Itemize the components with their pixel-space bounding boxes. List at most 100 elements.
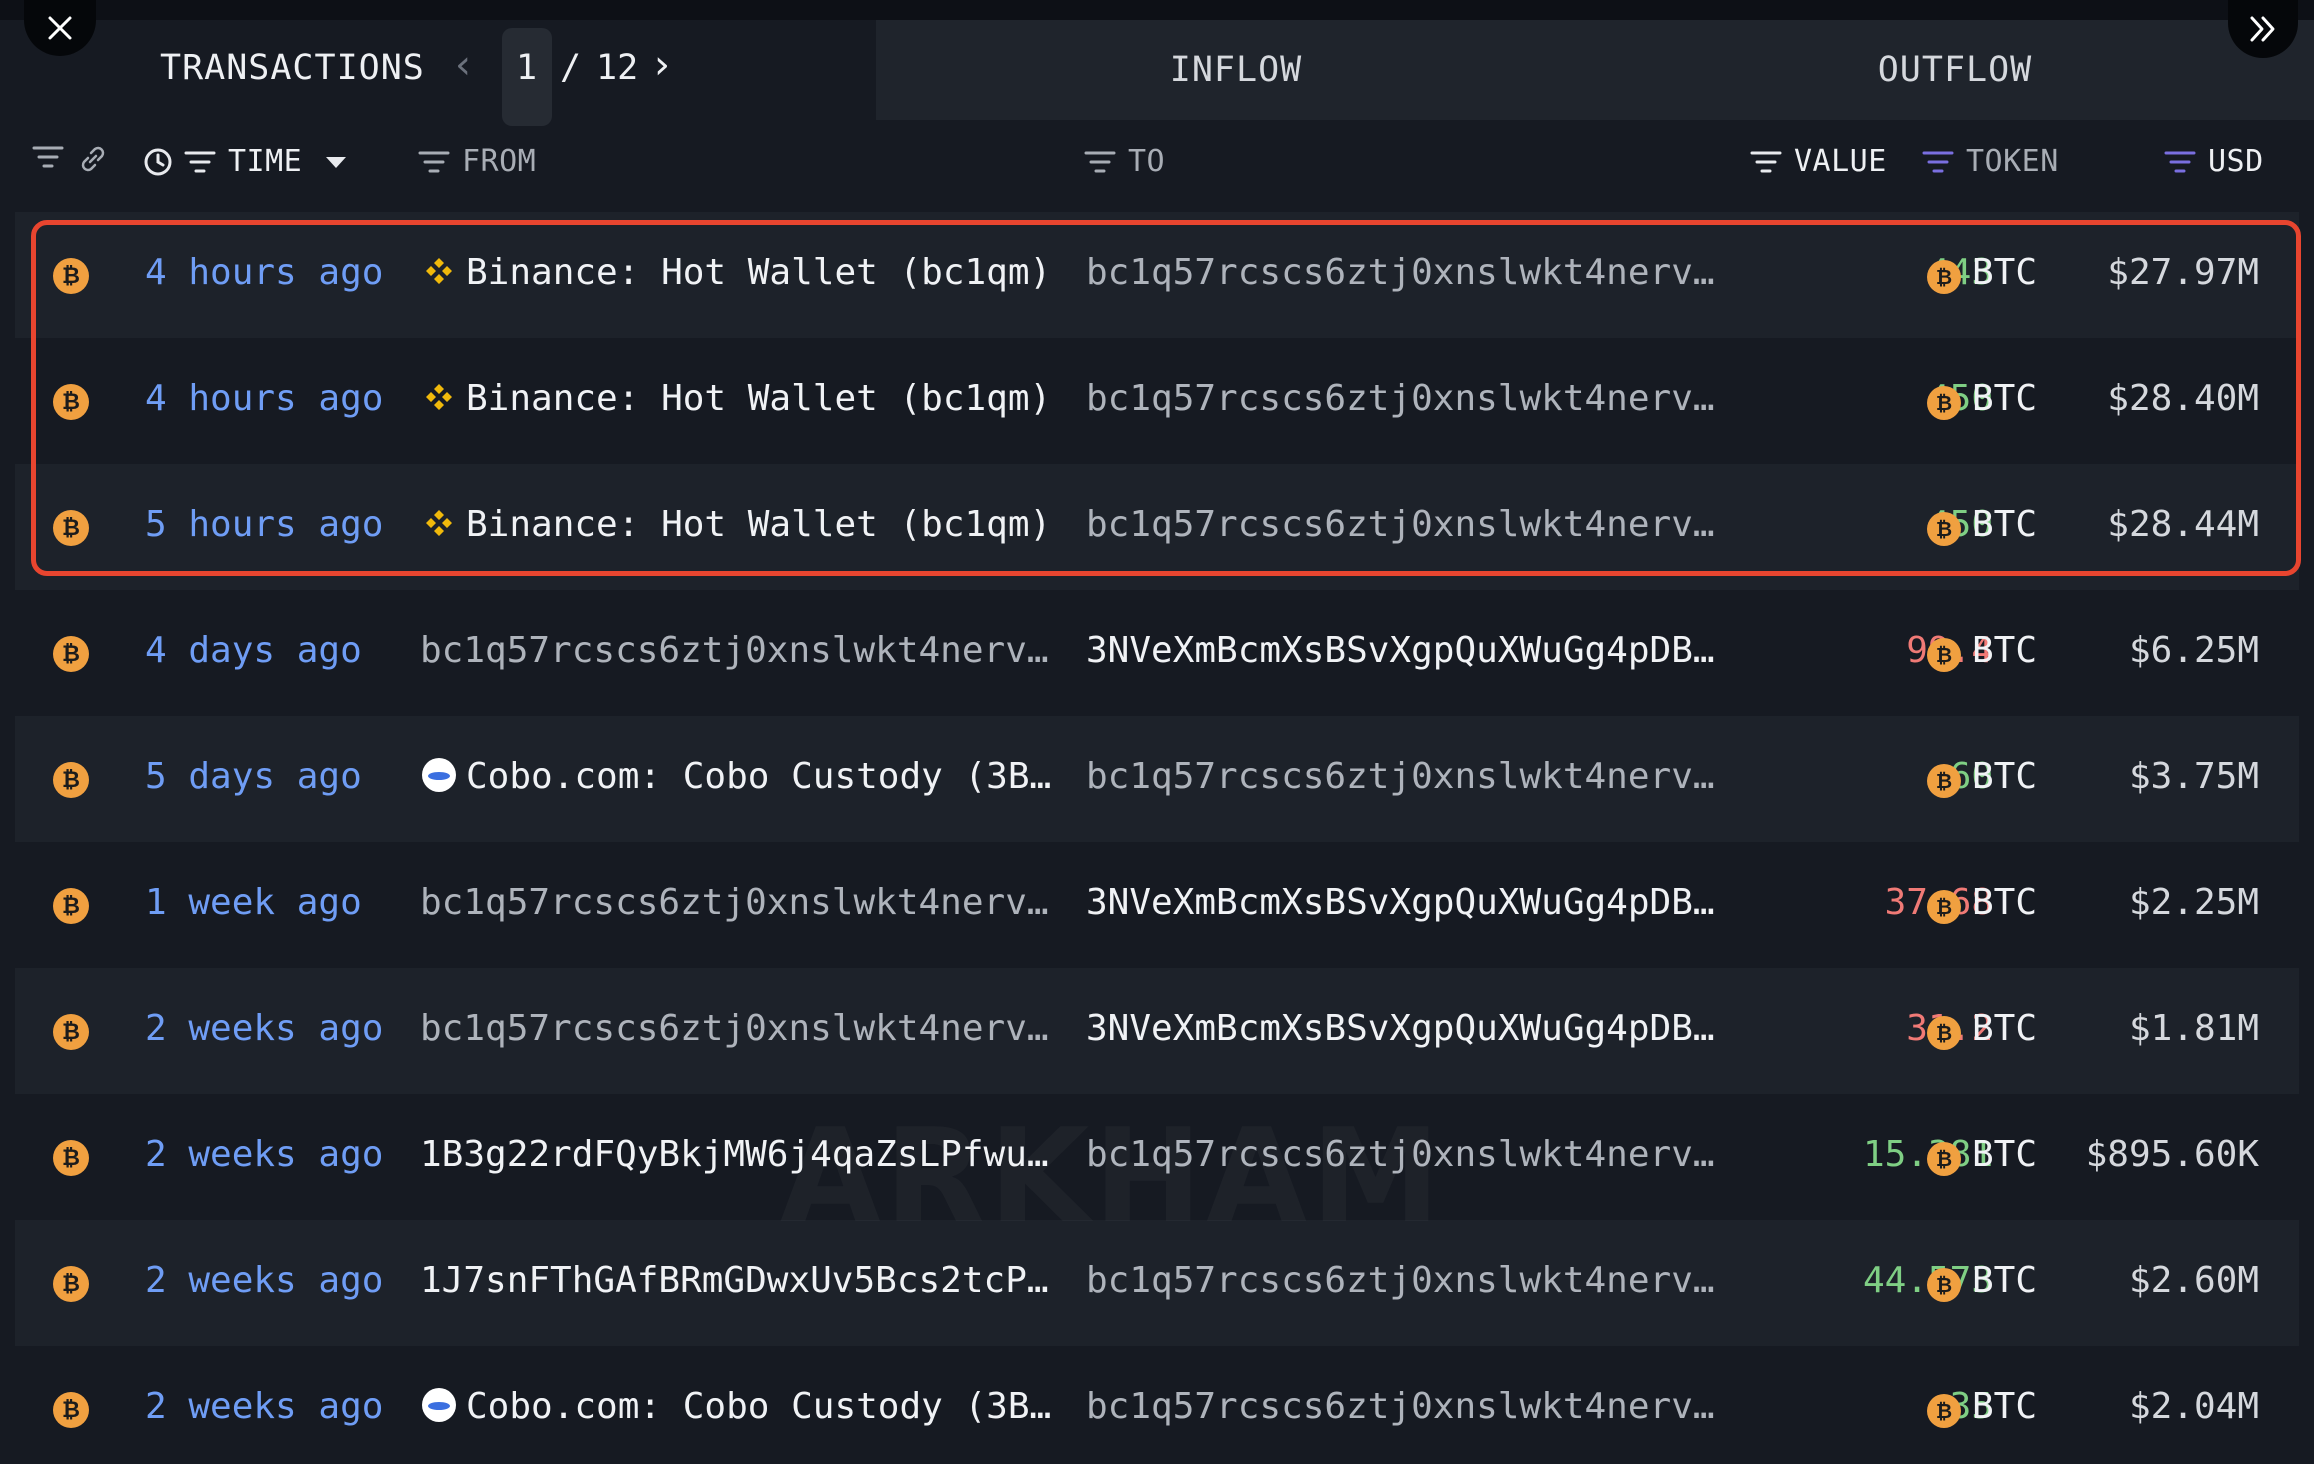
row-time-link[interactable]: 2 weeks ago — [145, 1260, 383, 1301]
bitcoin-chain-icon: ₿ — [53, 258, 89, 294]
value-filter-icon — [1750, 151, 1782, 172]
row-to-address[interactable]: 3NVeXmBcmXsBSvXgpQuXWuGg4pDB… — [1086, 630, 1736, 671]
row-token[interactable]: BTC — [1972, 378, 2037, 419]
pager-current-page[interactable]: 1 — [516, 48, 537, 88]
row-to-address[interactable]: 3NVeXmBcmXsBSvXgpQuXWuGg4pDB… — [1086, 882, 1736, 923]
token-column-header[interactable]: TOKEN — [1922, 144, 2059, 179]
bitcoin-chain-icon: ₿ — [53, 636, 89, 672]
pager-total-pages: 12 — [596, 48, 639, 88]
row-token[interactable]: BTC — [1972, 1386, 2037, 1427]
usd-column-header[interactable]: USD — [2164, 144, 2264, 179]
binance-logo-icon — [426, 258, 452, 284]
row-from-label: Cobo.com: Cobo Custody (3B… — [466, 1386, 1052, 1427]
row-to-address[interactable]: bc1q57rcscs6ztj0xnslwkt4nerv… — [1086, 378, 1736, 419]
row-time-link[interactable]: 2 weeks ago — [145, 1386, 383, 1427]
row-to-address[interactable]: bc1q57rcscs6ztj0xnslwkt4nerv… — [1086, 1260, 1736, 1301]
tab-transactions[interactable]: TRANSACTIONS ‹ 1 / 12 › — [0, 20, 876, 126]
row-from-address[interactable]: bc1q57rcscs6ztj0xnslwkt4nerv… — [420, 882, 1070, 923]
row-from-entity[interactable]: Binance: Hot Wallet (bc1qm) — [420, 504, 1070, 545]
row-token[interactable]: BTC — [1972, 252, 2037, 293]
pager-next-icon[interactable]: › — [654, 42, 670, 88]
to-filter-icon — [1084, 151, 1116, 172]
tab-inflow[interactable]: INFLOW — [876, 20, 1596, 120]
value-column-header[interactable]: VALUE — [1750, 144, 1887, 179]
row-from-address[interactable]: 1J7snFThGAfBRmGDwxUv5Bcs2tcP… — [420, 1260, 1070, 1301]
row-from-label: Binance: Hot Wallet (bc1qm) — [466, 378, 1052, 419]
table-row[interactable]: ₿ 4 days ago bc1q57rcscs6ztj0xnslwkt4ner… — [15, 590, 2299, 716]
btc-token-icon: ₿ — [1927, 764, 1961, 798]
time-column-label: TIME — [228, 144, 303, 179]
row-token[interactable]: BTC — [1972, 756, 2037, 797]
top-strip — [0, 0, 2314, 20]
row-from-address[interactable]: bc1q57rcscs6ztj0xnslwkt4nerv… — [420, 630, 1070, 671]
row-token[interactable]: BTC — [1972, 1134, 2037, 1175]
clock-icon — [144, 148, 172, 175]
table-row[interactable]: ₿ 5 days ago Cobo.com: Cobo Custody (3B…… — [15, 716, 2299, 842]
row-usd: $895.60K — [2085, 1134, 2259, 1175]
row-from-label: Cobo.com: Cobo Custody (3B… — [466, 756, 1052, 797]
bitcoin-chain-icon: ₿ — [53, 1014, 89, 1050]
filter-all-button[interactable] — [32, 144, 76, 170]
bitcoin-chain-icon: ₿ — [53, 1140, 89, 1176]
row-to-address[interactable]: bc1q57rcscs6ztj0xnslwkt4nerv… — [1086, 504, 1736, 545]
row-to-address[interactable]: 3NVeXmBcmXsBSvXgpQuXWuGg4pDB… — [1086, 1008, 1736, 1049]
link-button[interactable] — [78, 144, 108, 174]
from-filter-icon — [418, 151, 450, 172]
row-token[interactable]: BTC — [1972, 630, 2037, 671]
btc-token-icon: ₿ — [1927, 512, 1961, 546]
btc-token-icon: ₿ — [1927, 260, 1961, 294]
to-column-header[interactable]: TO — [1084, 144, 1165, 179]
table-row[interactable]: ₿ 5 hours ago Binance: Hot Wallet (bc1qm… — [15, 464, 2299, 590]
row-token[interactable]: BTC — [1972, 882, 2037, 923]
row-usd: $2.25M — [2128, 882, 2259, 923]
row-from-label: Binance: Hot Wallet (bc1qm) — [466, 504, 1052, 545]
row-time-link[interactable]: 5 days ago — [145, 756, 362, 797]
row-token[interactable]: BTC — [1972, 504, 2037, 545]
row-usd: $1.81M — [2128, 1008, 2259, 1049]
row-from-entity[interactable]: Cobo.com: Cobo Custody (3B… — [420, 1386, 1070, 1427]
bitcoin-chain-icon: ₿ — [53, 762, 89, 798]
row-time-link[interactable]: 2 weeks ago — [145, 1134, 383, 1175]
pager-prev-icon[interactable]: ‹ — [455, 42, 471, 88]
cobo-logo-icon — [422, 758, 456, 792]
row-from-entity[interactable]: Binance: Hot Wallet (bc1qm) — [420, 378, 1070, 419]
row-from-address[interactable]: bc1q57rcscs6ztj0xnslwkt4nerv… — [420, 1008, 1070, 1049]
table-row[interactable]: ₿ 4 hours ago Binance: Hot Wallet (bc1qm… — [15, 212, 2299, 338]
from-column-header[interactable]: FROM — [418, 144, 536, 179]
table-row[interactable]: ₿ 2 weeks ago Cobo.com: Cobo Custody (3B… — [15, 1346, 2299, 1464]
row-from-entity[interactable]: Binance: Hot Wallet (bc1qm) — [420, 252, 1070, 293]
bitcoin-chain-icon: ₿ — [53, 1266, 89, 1302]
close-icon — [48, 16, 72, 40]
tab-inflow-label: INFLOW — [1169, 50, 1303, 90]
tab-outflow[interactable]: OUTFLOW — [1596, 20, 2314, 120]
row-token[interactable]: BTC — [1972, 1008, 2037, 1049]
bitcoin-chain-icon: ₿ — [53, 510, 89, 546]
tab-outflow-label: OUTFLOW — [1877, 50, 2033, 90]
row-time-link[interactable]: 1 week ago — [145, 882, 362, 923]
btc-token-icon: ₿ — [1927, 1394, 1961, 1428]
row-to-address[interactable]: bc1q57rcscs6ztj0xnslwkt4nerv… — [1086, 1386, 1736, 1427]
binance-logo-icon — [426, 510, 452, 536]
pager-separator: / — [560, 48, 582, 88]
tab-transactions-label: TRANSACTIONS — [160, 48, 425, 88]
usd-filter-icon — [2164, 151, 2196, 172]
binance-logo-icon — [426, 384, 452, 410]
row-time-link[interactable]: 5 hours ago — [145, 504, 383, 545]
row-time-link[interactable]: 4 hours ago — [145, 252, 383, 293]
link-icon — [81, 146, 105, 172]
row-time-link[interactable]: 4 days ago — [145, 630, 362, 671]
row-time-link[interactable]: 4 hours ago — [145, 378, 383, 419]
row-token[interactable]: BTC — [1972, 1260, 2037, 1301]
row-to-address[interactable]: bc1q57rcscs6ztj0xnslwkt4nerv… — [1086, 252, 1736, 293]
row-usd: $28.40M — [2107, 378, 2259, 419]
row-from-entity[interactable]: Cobo.com: Cobo Custody (3B… — [420, 756, 1070, 797]
row-usd: $27.97M — [2107, 252, 2259, 293]
row-usd: $2.60M — [2128, 1260, 2259, 1301]
row-usd: $28.44M — [2107, 504, 2259, 545]
table-row[interactable]: ₿ 2 weeks ago bc1q57rcscs6ztj0xnslwkt4ne… — [15, 968, 2299, 1094]
row-time-link[interactable]: 2 weeks ago — [145, 1008, 383, 1049]
row-to-address[interactable]: bc1q57rcscs6ztj0xnslwkt4nerv… — [1086, 756, 1736, 797]
table-row[interactable]: ₿ 1 week ago bc1q57rcscs6ztj0xnslwkt4ner… — [15, 842, 2299, 968]
time-column-header[interactable]: TIME — [142, 144, 348, 179]
table-row[interactable]: ₿ 4 hours ago Binance: Hot Wallet (bc1qm… — [15, 338, 2299, 464]
